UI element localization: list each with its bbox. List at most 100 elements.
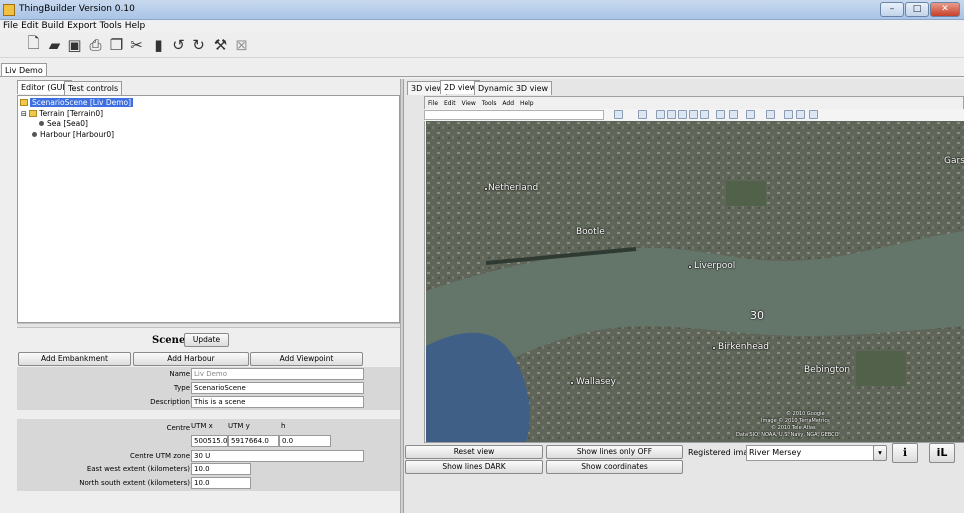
description-label: Description xyxy=(150,398,190,406)
utm-y-field[interactable]: 5917664.0 xyxy=(228,435,279,447)
leaf-icon xyxy=(39,121,44,126)
print-map-icon[interactable] xyxy=(784,110,793,119)
reset-view-button[interactable]: Reset view xyxy=(405,445,543,459)
map-marker[interactable] xyxy=(570,381,574,385)
h-field[interactable]: 0.0 xyxy=(279,435,331,447)
map-label-bootle: Bootle xyxy=(576,227,605,237)
app-icon xyxy=(3,4,15,16)
folder-icon xyxy=(20,99,28,106)
map-menu-help[interactable]: Help xyxy=(520,100,534,107)
dropdown-arrow-icon[interactable]: ▾ xyxy=(873,445,887,461)
menu-help[interactable]: Help xyxy=(125,20,146,33)
add-embankment-button[interactable]: Add Embankment xyxy=(18,352,131,366)
sun-icon[interactable] xyxy=(729,110,738,119)
cut-icon[interactable]: ✂ xyxy=(128,36,145,54)
map-menu-file[interactable]: File xyxy=(428,100,438,107)
sidebar-icon[interactable] xyxy=(638,110,647,119)
type-field[interactable]: ScenarioScene xyxy=(191,382,364,394)
window-title: ThingBuilder Version 0.10 xyxy=(19,4,135,14)
leaf-icon xyxy=(32,132,37,137)
map-imagery xyxy=(426,121,964,442)
map-label-gars: Gars xyxy=(944,156,964,166)
map-label-liverpool: Liverpool xyxy=(694,261,736,271)
magnify-icon[interactable] xyxy=(614,110,623,119)
new-file-icon[interactable]: 🗋 xyxy=(25,34,42,54)
menu-export[interactable]: Export xyxy=(67,20,96,33)
utm-x-field[interactable]: 500515.0 xyxy=(191,435,228,447)
tree-item-sea[interactable]: Sea [Sea0] xyxy=(39,119,88,129)
description-field[interactable]: This is a scene xyxy=(191,396,364,408)
tour-icon[interactable] xyxy=(700,110,709,119)
add-viewpoint-button[interactable]: Add Viewpoint xyxy=(250,352,363,366)
map-toolbar xyxy=(424,109,964,121)
maximize-button[interactable]: □ xyxy=(905,2,929,17)
tab-divider xyxy=(0,76,964,77)
email-icon[interactable] xyxy=(766,110,775,119)
paste-icon[interactable]: ▮ xyxy=(150,36,167,54)
map-marker[interactable] xyxy=(688,265,692,269)
view-in-maps-icon[interactable] xyxy=(796,110,805,119)
close-button[interactable]: ✕ xyxy=(930,2,960,17)
ruler-icon[interactable] xyxy=(746,110,755,119)
centre-label: Centre xyxy=(166,424,190,432)
utm-zone-field[interactable]: 30 U xyxy=(191,450,364,462)
h-header: h xyxy=(281,422,286,430)
path-icon[interactable] xyxy=(678,110,687,119)
map-menu-tools[interactable]: Tools xyxy=(482,100,497,107)
map-marker[interactable] xyxy=(712,346,716,350)
name-field[interactable]: Liv Demo xyxy=(191,368,364,380)
map-menu-view[interactable]: View xyxy=(462,100,476,107)
build-icon[interactable]: ⚒ xyxy=(212,36,229,54)
save-icon[interactable]: ▣ xyxy=(66,36,83,54)
map-menu-edit[interactable]: Edit xyxy=(444,100,456,107)
undo-icon[interactable]: ↺ xyxy=(170,36,187,54)
menu-build[interactable]: Build xyxy=(42,20,65,33)
ns-extent-label: North south extent (kilometers) xyxy=(79,479,190,487)
tree-item-terrain[interactable]: ⊟ Terrain [Terrain0] xyxy=(21,109,103,119)
show-lines-only-button[interactable]: Show lines only OFF xyxy=(546,445,683,459)
registered-image-select[interactable]: River Mersey xyxy=(746,445,874,461)
image-info-icon[interactable]: ℹ xyxy=(892,443,918,463)
overlay-icon[interactable] xyxy=(689,110,698,119)
tab-dynamic-3d-view[interactable]: Dynamic 3D view xyxy=(474,81,553,95)
tab-liv-demo[interactable]: Liv Demo xyxy=(1,63,47,77)
map-search-input[interactable] xyxy=(424,110,604,120)
show-lines-dark-button[interactable]: Show lines DARK xyxy=(405,460,543,474)
tree-item-scenario[interactable]: ScenarioScene [Liv Demo] xyxy=(20,98,134,108)
disabled-box-icon: ⊠ xyxy=(235,36,248,54)
tree-item-harbour[interactable]: Harbour [Harbour0] xyxy=(32,130,114,140)
update-button[interactable]: Update xyxy=(184,333,229,347)
map-attribution-3: © 2010 Tele Atlas xyxy=(771,425,816,431)
menu-file[interactable]: File xyxy=(3,20,18,33)
map-label-netherland: Netherland xyxy=(488,183,539,193)
scene-tree: ScenarioScene [Liv Demo] ⊟ Terrain [Terr… xyxy=(17,95,400,323)
open-folder-icon[interactable]: ▰ xyxy=(46,36,63,54)
redo-icon[interactable]: ↻ xyxy=(190,36,207,54)
menu-tools[interactable]: Tools xyxy=(100,20,122,33)
record-icon[interactable] xyxy=(809,110,818,119)
copy-icon[interactable]: ❐ xyxy=(108,36,125,54)
menu-edit[interactable]: Edit xyxy=(21,20,38,33)
placemark-icon[interactable] xyxy=(656,110,665,119)
minimize-button[interactable]: – xyxy=(880,2,904,17)
ew-extent-label: East west extent (kilometers) xyxy=(86,465,190,473)
utm-zone-label: Centre UTM zone xyxy=(130,452,190,460)
print-icon[interactable]: ⎙ xyxy=(87,36,104,54)
menubar: File Edit Build Export Tools Help xyxy=(0,20,964,33)
map-menubar: File Edit View Tools Add Help xyxy=(424,99,964,109)
tab-test-controls[interactable]: Test controls xyxy=(64,81,123,95)
map-utm-zone-label: 30 xyxy=(750,309,764,322)
map-marker[interactable] xyxy=(484,187,488,191)
type-label: Type xyxy=(173,384,190,392)
add-harbour-button[interactable]: Add Harbour xyxy=(133,352,249,366)
polygon-icon[interactable] xyxy=(667,110,676,119)
window-titlebar: ThingBuilder Version 0.10 – □ ✕ xyxy=(0,0,964,20)
map-menu-add[interactable]: Add xyxy=(502,100,514,107)
ew-extent-field[interactable]: 10.0 xyxy=(191,463,251,475)
collapse-icon[interactable]: ⊟ xyxy=(21,110,27,118)
globe-icon[interactable] xyxy=(716,110,725,119)
show-coordinates-button[interactable]: Show coordinates xyxy=(546,460,683,474)
ns-extent-field[interactable]: 10.0 xyxy=(191,477,251,489)
satellite-map[interactable]: Netherland Bootle Liverpool Birkenhead W… xyxy=(426,121,964,442)
image-list-icon[interactable]: iL xyxy=(929,443,955,463)
